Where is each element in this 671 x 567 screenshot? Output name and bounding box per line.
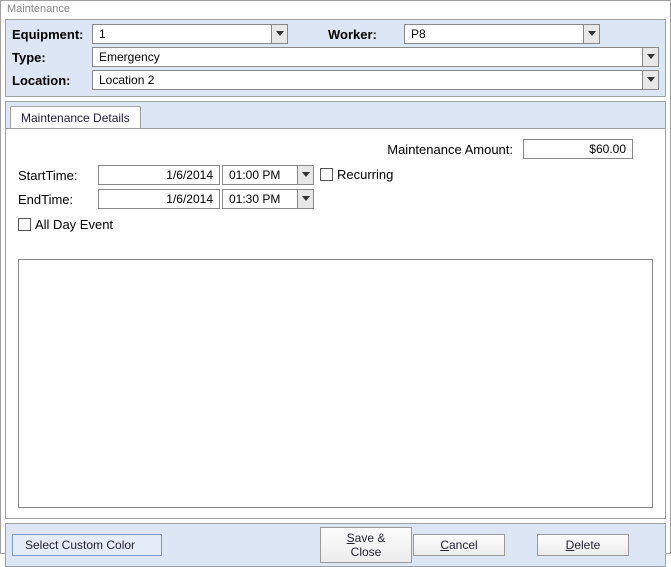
end-time-dropdown-button[interactable] bbox=[297, 190, 313, 208]
start-time-label: StartTime: bbox=[18, 168, 98, 183]
chevron-down-icon bbox=[647, 77, 655, 83]
start-time-dropdown-button[interactable] bbox=[297, 166, 313, 184]
chevron-down-icon bbox=[647, 54, 655, 60]
maintenance-amount-label: Maintenance Amount: bbox=[387, 142, 513, 157]
worker-dropdown-button[interactable] bbox=[583, 25, 599, 43]
end-time-label: EndTime: bbox=[18, 192, 98, 207]
notes-textarea[interactable] bbox=[18, 259, 653, 508]
equipment-label: Equipment: bbox=[12, 27, 92, 42]
allday-checkbox[interactable] bbox=[18, 218, 31, 231]
location-value: Location 2 bbox=[93, 71, 642, 89]
header-panel: Equipment: 1 Worker: P8 Type: Emergency bbox=[5, 19, 666, 97]
end-time-combo[interactable]: 01:30 PM bbox=[222, 189, 314, 209]
tab-content: Maintenance Amount: $60.00 StartTime: 1/… bbox=[6, 128, 665, 518]
recurring-checkbox-wrap[interactable]: Recurring bbox=[320, 167, 393, 182]
recurring-checkbox[interactable] bbox=[320, 168, 333, 181]
footer-panel: Select Custom Color Save & Close Cancel … bbox=[5, 523, 666, 567]
body-panel: Maintenance Details Maintenance Amount: … bbox=[5, 101, 666, 519]
start-date-input[interactable]: 1/6/2014 bbox=[98, 165, 220, 185]
type-dropdown-button[interactable] bbox=[642, 48, 658, 66]
recurring-label: Recurring bbox=[337, 167, 393, 182]
end-time-value: 01:30 PM bbox=[223, 190, 297, 208]
equipment-combo[interactable]: 1 bbox=[92, 24, 288, 44]
maintenance-window: Maintenance Equipment: 1 Worker: P8 Type… bbox=[0, 0, 671, 554]
allday-checkbox-wrap[interactable]: All Day Event bbox=[18, 217, 653, 232]
chevron-down-icon bbox=[276, 31, 284, 37]
window-title: Maintenance bbox=[1, 1, 670, 17]
maintenance-amount-input[interactable]: $60.00 bbox=[523, 139, 633, 159]
start-time-combo[interactable]: 01:00 PM bbox=[222, 165, 314, 185]
worker-value: P8 bbox=[405, 25, 583, 43]
select-custom-color-button[interactable]: Select Custom Color bbox=[12, 534, 162, 556]
location-combo[interactable]: Location 2 bbox=[92, 70, 659, 90]
tab-maintenance-details[interactable]: Maintenance Details bbox=[10, 106, 141, 129]
chevron-down-icon bbox=[302, 196, 310, 202]
allday-label: All Day Event bbox=[35, 217, 113, 232]
equipment-dropdown-button[interactable] bbox=[271, 25, 287, 43]
delete-button[interactable]: Delete bbox=[537, 534, 629, 556]
type-combo[interactable]: Emergency bbox=[92, 47, 659, 67]
location-dropdown-button[interactable] bbox=[642, 71, 658, 89]
equipment-value: 1 bbox=[93, 25, 271, 43]
location-label: Location: bbox=[12, 73, 92, 88]
start-time-value: 01:00 PM bbox=[223, 166, 297, 184]
chevron-down-icon bbox=[302, 172, 310, 178]
tab-strip: Maintenance Details bbox=[6, 102, 665, 128]
chevron-down-icon bbox=[588, 31, 596, 37]
end-date-input[interactable]: 1/6/2014 bbox=[98, 189, 220, 209]
type-value: Emergency bbox=[93, 48, 642, 66]
save-close-button[interactable]: Save & Close bbox=[320, 527, 412, 563]
type-label: Type: bbox=[12, 50, 92, 65]
worker-label: Worker: bbox=[328, 27, 398, 42]
worker-combo[interactable]: P8 bbox=[404, 24, 600, 44]
cancel-button[interactable]: Cancel bbox=[413, 534, 505, 556]
